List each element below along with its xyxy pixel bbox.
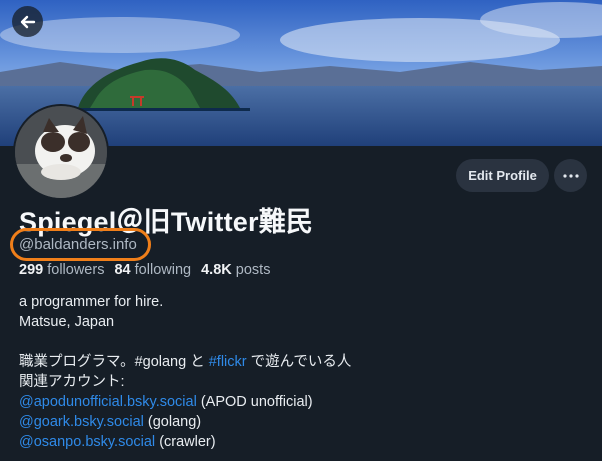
- posts-count: 4.8K: [201, 262, 232, 278]
- bio-line: Matsue, Japan: [19, 314, 115, 330]
- account-note: (APOD unofficial): [196, 394, 313, 410]
- bio-line: 関連アカウント:: [19, 374, 125, 390]
- edit-profile-label: Edit Profile: [468, 168, 537, 183]
- bio-account-line: @goark.bsky.social (golang): [19, 412, 351, 432]
- bio-text: 職業プログラマ。#golang と: [19, 354, 209, 370]
- bio-line: 職業プログラマ。#golang と #flickr で遊んでいる人: [19, 352, 351, 372]
- profile-stats: 299 followers 84 following 4.8K posts: [19, 262, 270, 278]
- profile-bio: a programmer for hire. Matsue, Japan 職業プ…: [19, 292, 351, 452]
- avatar-image: [15, 106, 107, 198]
- account-note: (golang): [143, 414, 202, 430]
- back-button[interactable]: [12, 6, 43, 37]
- bio-account-line: @apodunofficial.bsky.social (APOD unoffi…: [19, 392, 351, 412]
- followers-count: 299: [19, 262, 44, 278]
- following-link[interactable]: 84 following: [114, 262, 191, 278]
- hashtag-flickr-link[interactable]: #flickr: [209, 354, 247, 370]
- account-link[interactable]: @goark.bsky.social: [19, 414, 144, 430]
- account-link[interactable]: @apodunofficial.bsky.social: [19, 394, 197, 410]
- handle[interactable]: @baldanders.info: [19, 236, 137, 253]
- followers-label: followers: [47, 262, 105, 278]
- ellipsis-icon: [562, 173, 579, 178]
- followers-link[interactable]: 299 followers: [19, 262, 104, 278]
- following-count: 84: [114, 262, 131, 278]
- bio-text: で遊んでいる人: [246, 354, 352, 370]
- avatar[interactable]: [13, 104, 109, 200]
- posts-stat: 4.8K posts: [201, 262, 270, 278]
- following-label: following: [134, 262, 192, 278]
- account-link[interactable]: @osanpo.bsky.social: [19, 434, 155, 450]
- bio-blank-line: [19, 332, 351, 352]
- account-note: (crawler): [155, 434, 216, 450]
- edit-profile-button[interactable]: Edit Profile: [456, 159, 549, 192]
- arrow-left-icon: [20, 15, 35, 28]
- posts-label: posts: [235, 262, 271, 278]
- more-options-button[interactable]: [554, 159, 587, 192]
- bio-line: a programmer for hire.: [19, 294, 164, 310]
- bio-account-line: @osanpo.bsky.social (crawler): [19, 432, 351, 452]
